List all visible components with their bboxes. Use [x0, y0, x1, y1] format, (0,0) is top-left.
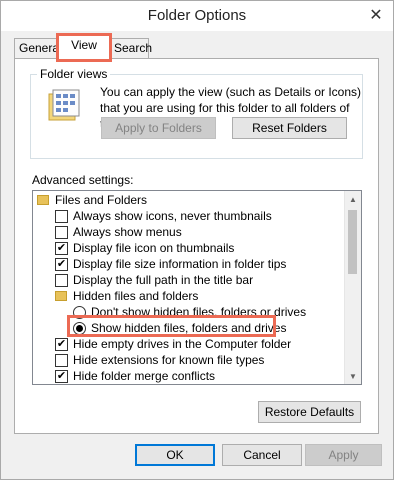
item-label: Always show menus: [73, 225, 182, 239]
folder-views-legend: Folder views: [40, 67, 108, 81]
apply-to-folders-button[interactable]: Apply to Folders: [101, 117, 216, 139]
item-label: Hide empty drives in the Computer folder: [73, 337, 292, 351]
folder-icon: [37, 195, 49, 205]
item-label: Display file size information in folder …: [73, 257, 287, 271]
checkbox[interactable]: [55, 273, 68, 287]
list-item[interactable]: ✔ Hide folder merge conflicts: [55, 368, 215, 384]
list-item: Hidden files and folders: [55, 288, 198, 304]
reset-folders-button[interactable]: Reset Folders: [232, 117, 347, 139]
folder-view-icon: [48, 89, 80, 121]
cancel-button[interactable]: Cancel: [222, 444, 302, 466]
checkbox[interactable]: [55, 209, 68, 223]
folder-icon: [55, 291, 67, 301]
list-item[interactable]: Always show icons, never thumbnails: [55, 208, 272, 224]
checkbox[interactable]: [55, 225, 68, 239]
restore-defaults-button[interactable]: Restore Defaults: [258, 401, 361, 423]
scroll-up-icon[interactable]: ▲: [345, 191, 361, 207]
ok-button[interactable]: OK: [135, 444, 215, 466]
checkbox[interactable]: [55, 353, 68, 367]
item-label: Display the full path in the title bar: [73, 273, 254, 287]
list-item: Files and Folders: [37, 192, 147, 208]
checkbox-checked[interactable]: ✔: [55, 241, 68, 255]
scrollbar-thumb[interactable]: [348, 210, 357, 274]
scroll-down-icon[interactable]: ▼: [345, 368, 361, 384]
list-item[interactable]: ✔ Hide empty drives in the Computer fold…: [55, 336, 291, 352]
list-item[interactable]: Display the full path in the title bar: [55, 272, 253, 288]
item-label: Don't show hidden files, folders or driv…: [91, 305, 307, 319]
item-label: Hide folder merge conflicts: [73, 369, 216, 383]
item-label: Display file icon on thumbnails: [73, 241, 235, 255]
checkbox-checked[interactable]: ✔: [55, 369, 68, 383]
item-label: Always show icons, never thumbnails: [73, 209, 272, 223]
apply-button[interactable]: Apply: [305, 444, 382, 466]
vertical-scrollbar[interactable]: ▲ ▼: [344, 191, 361, 384]
tab-search[interactable]: Search: [109, 38, 153, 58]
advanced-settings-label: Advanced settings:: [32, 173, 134, 187]
list-item[interactable]: Always show menus: [55, 224, 182, 240]
item-label: Files and Folders: [55, 193, 148, 207]
list-item[interactable]: Don't show hidden files, folders or driv…: [73, 304, 306, 320]
window-title: Folder Options: [147, 7, 247, 24]
advanced-settings-list[interactable]: Files and Folders Always show icons, nev…: [32, 190, 362, 385]
tab-label: View: [71, 38, 97, 52]
list-item[interactable]: Hide extensions for known file types: [55, 352, 264, 368]
item-label: Hidden files and folders: [73, 289, 199, 303]
list-item[interactable]: ✔ Display file size information in folde…: [55, 256, 286, 272]
radio-button[interactable]: [73, 305, 86, 319]
tab-label: General: [19, 41, 62, 55]
tab-label: Search: [114, 41, 153, 55]
item-label: Hide extensions for known file types: [73, 353, 265, 367]
checkbox-checked[interactable]: ✔: [55, 337, 68, 351]
list-item[interactable]: Show hidden files, folders and drives: [73, 320, 286, 336]
tab-view[interactable]: View: [56, 33, 112, 62]
tab-general[interactable]: General: [14, 38, 64, 58]
item-label: Show hidden files, folders and drives: [91, 321, 287, 335]
list-item[interactable]: ✔ Display file icon on thumbnails: [55, 240, 234, 256]
close-icon[interactable]: ✕: [365, 5, 387, 25]
title-bar: Folder Options ✕: [1, 1, 393, 31]
checkbox-checked[interactable]: ✔: [55, 257, 68, 271]
radio-button-selected[interactable]: [73, 321, 86, 335]
